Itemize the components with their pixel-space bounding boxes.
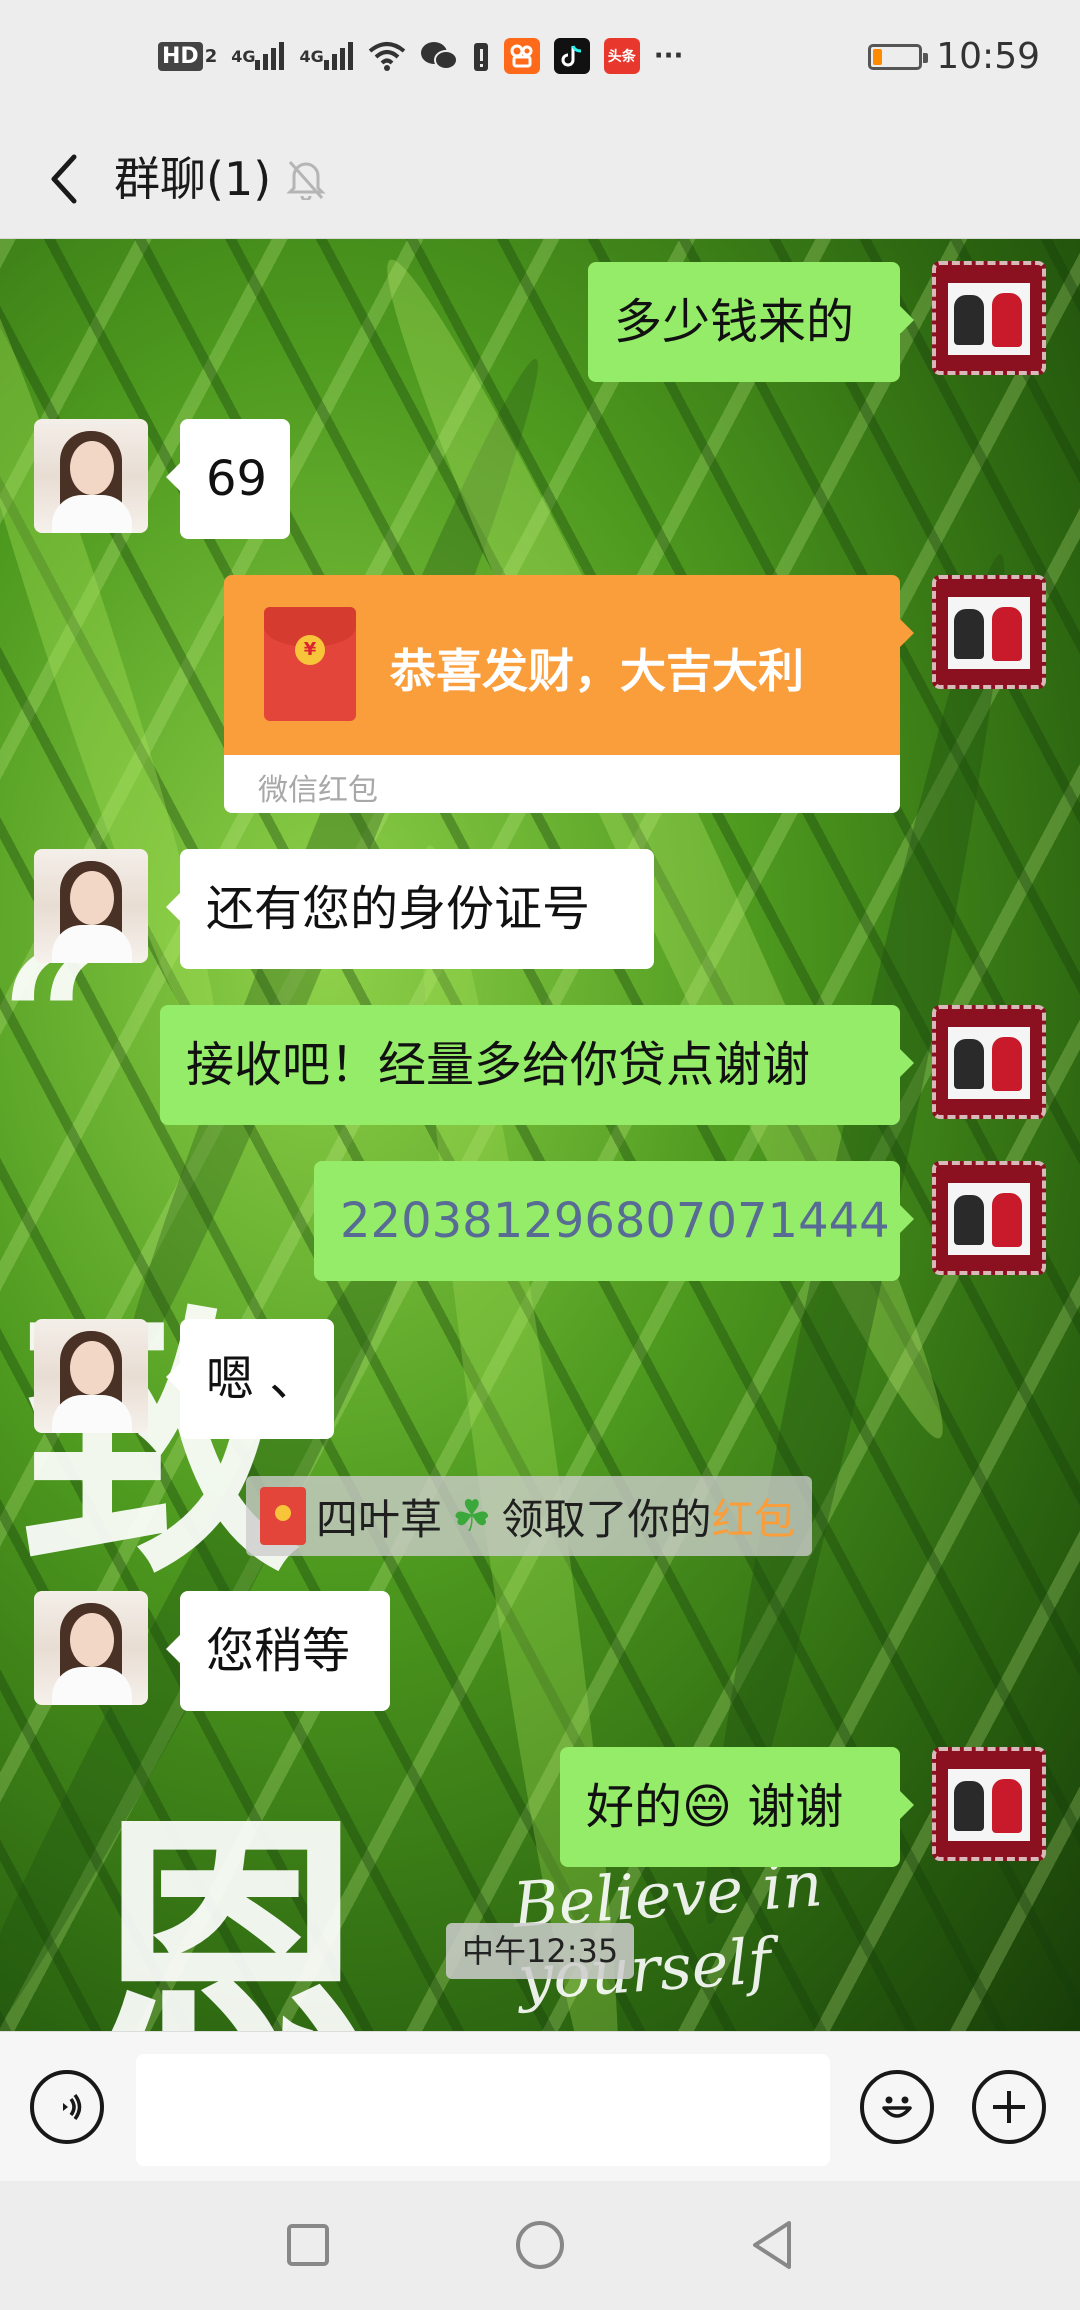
red-packet-link[interactable]: 红包 bbox=[711, 1486, 795, 1547]
red-packet-brand: 微信红包 bbox=[258, 773, 378, 808]
red-envelope-icon bbox=[260, 1487, 306, 1545]
chat-header: 群聊(1) bbox=[0, 120, 1080, 239]
back-button[interactable] bbox=[38, 146, 88, 212]
system-navigation-bar bbox=[0, 2181, 1080, 2310]
status-bar: HD 2 4G 4G 头条 ··· 10:59 bbox=[0, 0, 1080, 120]
circle-icon bbox=[516, 2221, 564, 2269]
bell-muted-icon bbox=[286, 156, 326, 202]
plus-icon bbox=[993, 2091, 1025, 2123]
red-packet-greeting: 恭喜发财，大吉大利 bbox=[390, 644, 804, 698]
message-text-suffix: 谢谢 bbox=[732, 1779, 844, 1835]
message-bubble-outgoing[interactable]: 多少钱来的 bbox=[588, 262, 914, 382]
message-bubble-incoming[interactable]: 您稍等 bbox=[166, 1591, 390, 1711]
clock: 10:59 bbox=[936, 36, 1040, 77]
notice-text: 领取了你的 bbox=[501, 1494, 712, 1544]
message-timestamp: 中午12:35 bbox=[446, 1923, 635, 1979]
my-avatar[interactable] bbox=[932, 1161, 1046, 1275]
message-bubble-outgoing-number[interactable]: 220381296807071444 bbox=[314, 1161, 914, 1281]
my-avatar[interactable] bbox=[932, 575, 1046, 689]
toutiao-icon: 头条 bbox=[603, 38, 640, 74]
red-packet-footer: 微信红包 bbox=[224, 755, 900, 813]
notice-name: 四叶草 bbox=[316, 1494, 443, 1544]
contact-avatar[interactable] bbox=[34, 419, 148, 533]
hd-indicator: HD 2 bbox=[158, 41, 217, 71]
clover-icon: ☘ bbox=[452, 1490, 492, 1542]
status-icons-left: HD 2 4G 4G 头条 ··· bbox=[158, 38, 683, 74]
voice-input-button[interactable] bbox=[30, 2070, 104, 2144]
red-packet-message[interactable]: ¥ 恭喜发财，大吉大利 微信红包 bbox=[224, 575, 914, 813]
triangle-back-icon bbox=[753, 2221, 791, 2269]
message-bubble-incoming[interactable]: 嗯 、 bbox=[166, 1319, 334, 1439]
red-packet-body: ¥ 恭喜发财，大吉大利 bbox=[224, 575, 914, 755]
my-avatar[interactable] bbox=[932, 1005, 1046, 1119]
tiktok-icon bbox=[553, 38, 590, 74]
red-envelope-icon: ¥ bbox=[264, 607, 356, 721]
contact-avatar[interactable] bbox=[34, 849, 148, 963]
contact-avatar[interactable] bbox=[34, 1319, 148, 1433]
signal-label: 4G bbox=[231, 46, 256, 66]
message-bubble-outgoing[interactable]: 接收吧！经量多给你贷点谢谢 bbox=[160, 1005, 914, 1125]
chevron-left-icon bbox=[51, 154, 77, 204]
battery-icon bbox=[868, 43, 929, 70]
home-button[interactable] bbox=[510, 2215, 570, 2275]
my-avatar[interactable] bbox=[932, 1747, 1046, 1861]
back-nav-button[interactable] bbox=[742, 2215, 802, 2275]
signal-icon: 4G bbox=[231, 42, 285, 70]
status-icons-right: 10:59 bbox=[868, 36, 1040, 77]
more-functions-button[interactable] bbox=[972, 2070, 1046, 2144]
signal-label-2: 4G bbox=[299, 46, 324, 66]
system-notice: 四叶草 ☘ 领取了你的 红包 bbox=[246, 1476, 812, 1556]
wallpaper-char: 恩 bbox=[80, 1784, 380, 2031]
message-input[interactable] bbox=[136, 2054, 830, 2166]
input-bar bbox=[0, 2031, 1080, 2182]
kuaishou-icon bbox=[503, 38, 540, 74]
recent-apps-button[interactable] bbox=[278, 2215, 338, 2275]
contact-avatar[interactable] bbox=[34, 1591, 148, 1705]
smiley-icon bbox=[882, 2096, 912, 2118]
message-text: 好的 bbox=[586, 1779, 683, 1835]
wifi-icon bbox=[368, 41, 406, 71]
grin-emoji-icon: 😄 bbox=[682, 1779, 733, 1835]
chat-title[interactable]: 群聊(1) bbox=[114, 144, 271, 214]
more-notifications-indicator: ··· bbox=[653, 41, 684, 71]
voice-icon bbox=[63, 2093, 82, 2121]
chat-message-area[interactable]: “ 致 恩 Believe in yourself 多少钱来的 69 ¥ 恭喜发… bbox=[0, 239, 1080, 2031]
signal-icon-2: 4G bbox=[299, 42, 353, 70]
notification-icon bbox=[472, 39, 490, 73]
message-bubble-incoming[interactable]: 还有您的身份证号 bbox=[166, 849, 654, 969]
my-avatar[interactable] bbox=[932, 261, 1046, 375]
message-bubble-incoming[interactable]: 69 bbox=[166, 419, 290, 539]
emoji-button[interactable] bbox=[860, 2070, 934, 2144]
message-bubble-outgoing[interactable]: 好的😄 谢谢 bbox=[560, 1747, 914, 1867]
wechat-icon bbox=[420, 40, 458, 72]
battery-level bbox=[873, 48, 883, 65]
square-icon bbox=[287, 2224, 329, 2266]
